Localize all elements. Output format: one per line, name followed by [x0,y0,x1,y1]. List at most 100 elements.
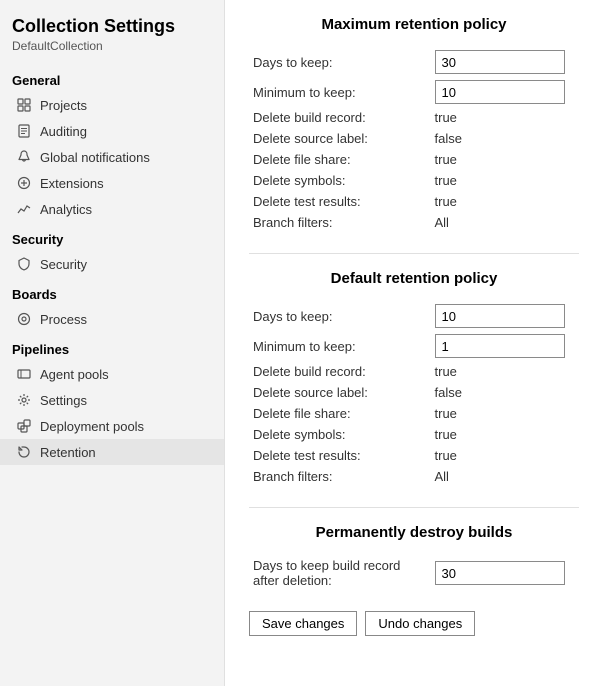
global-notifications-label: Global notifications [40,150,150,165]
divider-1 [249,253,579,254]
sidebar-item-auditing[interactable]: Auditing [0,118,224,144]
def-days-to-keep-row: Days to keep: [249,301,579,331]
max-days-to-keep-cell [431,47,580,77]
def-delete-source-label-label: Delete source label: [249,382,431,403]
max-delete-test-results-label: Delete test results: [249,191,431,212]
max-delete-symbols-row: Delete symbols: true [249,170,579,191]
def-delete-symbols-value: true [435,427,457,442]
agent-pools-label: Agent pools [40,367,109,382]
destroy-days-label: Days to keep build record after deletion… [249,555,431,591]
section-header-pipelines: Pipelines [0,332,224,361]
max-minimum-to-keep-input[interactable] [435,80,565,104]
destroy-section: Permanently destroy builds Days to keep … [249,524,579,591]
sidebar-item-agent-pools[interactable]: Agent pools [0,361,224,387]
def-branch-filters-label: Branch filters: [249,466,431,487]
agent-pools-icon [16,366,32,382]
def-delete-file-share-value: true [435,406,457,421]
process-label: Process [40,312,87,327]
sidebar-item-global-notifications[interactable]: Global notifications [0,144,224,170]
def-branch-filters-value: All [435,469,449,484]
max-delete-symbols-label: Delete symbols: [249,170,431,191]
process-icon [16,311,32,327]
sidebar-item-process[interactable]: Process [0,306,224,332]
undo-button[interactable]: Undo changes [365,611,475,636]
deployment-pools-label: Deployment pools [40,419,144,434]
deployment-pools-icon [16,418,32,434]
analytics-icon [16,201,32,217]
retention-label: Retention [40,445,96,460]
security-label: Security [40,257,87,272]
max-branch-filters-row: Branch filters: All [249,212,579,233]
settings-icon [16,392,32,408]
notifications-icon [16,149,32,165]
main-content: Maximum retention policy Days to keep: M… [225,0,603,686]
max-delete-test-results-value: true [435,194,457,209]
def-minimum-to-keep-row: Minimum to keep: [249,331,579,361]
destroy-days-row: Days to keep build record after deletion… [249,555,579,591]
def-delete-file-share-row: Delete file share: true [249,403,579,424]
sidebar-item-settings[interactable]: Settings [0,387,224,413]
retention-icon [16,444,32,460]
max-minimum-to-keep-cell [431,77,580,107]
maximum-policy-table: Days to keep: Minimum to keep: Delete bu… [249,47,579,233]
def-minimum-to-keep-cell [431,331,580,361]
max-days-to-keep-label: Days to keep: [249,47,431,77]
sidebar-item-deployment-pools[interactable]: Deployment pools [0,413,224,439]
section-header-general: General [0,63,224,92]
max-delete-file-share-label: Delete file share: [249,149,431,170]
def-days-to-keep-cell [431,301,580,331]
def-delete-test-results-label: Delete test results: [249,445,431,466]
save-button[interactable]: Save changes [249,611,357,636]
projects-label: Projects [40,98,87,113]
destroy-days-input[interactable] [435,561,565,585]
section-header-boards: Boards [0,277,224,306]
def-delete-symbols-row: Delete symbols: true [249,424,579,445]
auditing-label: Auditing [40,124,87,139]
max-minimum-to-keep-row: Minimum to keep: [249,77,579,107]
sidebar-item-extensions[interactable]: Extensions [0,170,224,196]
max-delete-symbols-value: true [435,173,457,188]
def-delete-symbols-label: Delete symbols: [249,424,431,445]
max-delete-build-record-row: Delete build record: true [249,107,579,128]
max-branch-filters-value: All [435,215,449,230]
page-title: Collection Settings [0,12,224,39]
sidebar-item-analytics[interactable]: Analytics [0,196,224,222]
default-policy-table: Days to keep: Minimum to keep: Delete bu… [249,301,579,487]
button-row: Save changes Undo changes [249,611,579,636]
max-delete-test-results-row: Delete test results: true [249,191,579,212]
sidebar-item-projects[interactable]: Projects [0,92,224,118]
extensions-label: Extensions [40,176,104,191]
destroy-section-title: Permanently destroy builds [249,524,579,541]
max-branch-filters-label: Branch filters: [249,212,431,233]
def-days-to-keep-input[interactable] [435,304,565,328]
def-delete-test-results-row: Delete test results: true [249,445,579,466]
def-delete-build-record-value: true [435,364,457,379]
projects-icon [16,97,32,113]
divider-2 [249,507,579,508]
sidebar-item-security[interactable]: Security [0,251,224,277]
max-delete-build-record-value: true [435,110,457,125]
def-delete-build-record-row: Delete build record: true [249,361,579,382]
def-minimum-to-keep-label: Minimum to keep: [249,331,431,361]
max-days-to-keep-input[interactable] [435,50,565,74]
def-minimum-to-keep-input[interactable] [435,334,565,358]
def-delete-source-label-value: false [435,385,462,400]
def-days-to-keep-label: Days to keep: [249,301,431,331]
section-header-security: Security [0,222,224,251]
max-delete-file-share-row: Delete file share: true [249,149,579,170]
max-delete-file-share-value: true [435,152,457,167]
sidebar-item-retention[interactable]: Retention [0,439,224,465]
extensions-icon [16,175,32,191]
maximum-section-title: Maximum retention policy [249,16,579,33]
analytics-label: Analytics [40,202,92,217]
settings-label: Settings [40,393,87,408]
def-branch-filters-row: Branch filters: All [249,466,579,487]
destroy-days-cell [431,555,580,591]
max-delete-build-record-label: Delete build record: [249,107,431,128]
max-delete-source-label-value: false [435,131,462,146]
destroy-policy-table: Days to keep build record after deletion… [249,555,579,591]
auditing-icon [16,123,32,139]
def-delete-build-record-label: Delete build record: [249,361,431,382]
sidebar: Collection Settings DefaultCollection Ge… [0,0,225,686]
def-delete-test-results-value: true [435,448,457,463]
